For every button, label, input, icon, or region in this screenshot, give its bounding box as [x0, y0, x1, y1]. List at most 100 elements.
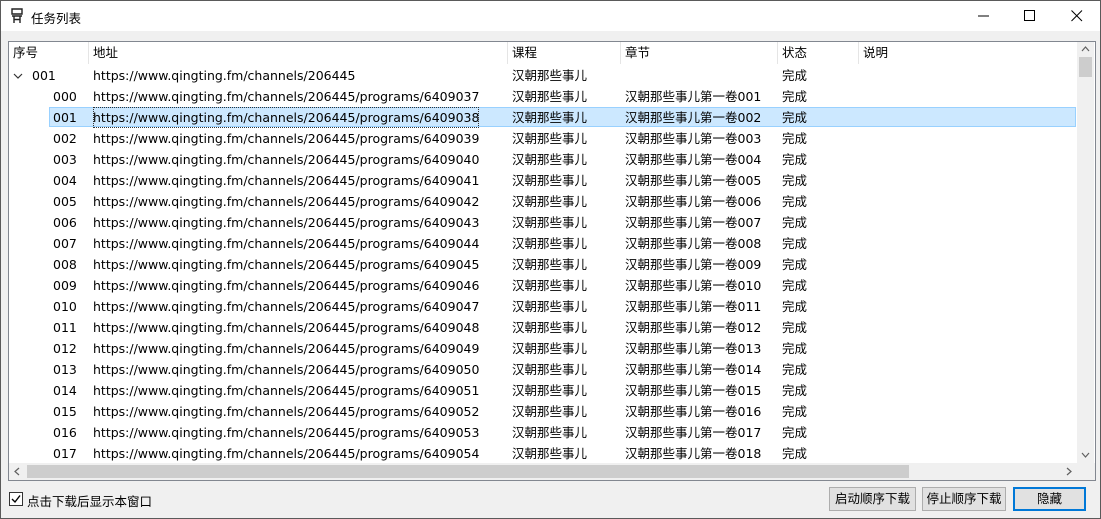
table-row[interactable]: 007 https://www.qingting.fm/channels/2064…	[9, 233, 1077, 254]
table-row[interactable]: 013 https://www.qingting.fm/channels/2064…	[9, 359, 1077, 380]
task-list-window: 任务列表 序号 地址 课程 章节 状态 说明 001 https://www.q…	[0, 0, 1101, 519]
cell-course: 汉朝那些事儿	[512, 320, 588, 335]
cell-course: 汉朝那些事儿	[512, 362, 588, 377]
table-row[interactable]: 009 https://www.qingting.fm/channels/2064…	[9, 275, 1077, 296]
table-row[interactable]: 000 https://www.qingting.fm/channels/2064…	[9, 86, 1077, 107]
cell-index: 014	[53, 383, 77, 398]
cell-course: 汉朝那些事儿	[512, 341, 588, 356]
scroll-left-arrow-icon[interactable]	[9, 463, 26, 480]
cell-url: https://www.qingting.fm/channels/206445/…	[93, 299, 480, 314]
vertical-scroll-thumb[interactable]	[1079, 57, 1092, 77]
cell-course: 汉朝那些事儿	[512, 425, 588, 440]
table-row[interactable]: 001 https://www.qingting.fm/channels/2064…	[9, 107, 1077, 128]
scroll-up-arrow-icon[interactable]	[1077, 42, 1094, 56]
stop-sequential-download-button[interactable]: 停止顺序下载	[922, 487, 1006, 511]
table-row[interactable]: 015 https://www.qingting.fm/channels/2064…	[9, 401, 1077, 422]
cell-status: 完成	[782, 173, 808, 188]
cell-index: 000	[53, 89, 77, 104]
cell-url: https://www.qingting.fm/channels/206445/…	[93, 194, 480, 209]
cell-url: https://www.qingting.fm/channels/206445/…	[93, 383, 480, 398]
cell-chapter: 汉朝那些事儿第一卷008	[625, 236, 762, 251]
cell-chapter: 汉朝那些事儿第一卷005	[625, 173, 762, 188]
scroll-down-arrow-icon[interactable]	[1077, 448, 1094, 462]
column-header-chapter[interactable]: 章节	[621, 42, 778, 64]
show-window-checkbox[interactable]	[9, 492, 23, 506]
table-row[interactable]: 003 https://www.qingting.fm/channels/2064…	[9, 149, 1077, 170]
show-window-checkbox-label[interactable]: 点击下载后显示本窗口	[27, 491, 152, 510]
cell-url: https://www.qingting.fm/channels/206445/…	[93, 341, 480, 356]
cell-status: 完成	[782, 110, 808, 125]
cell-status: 完成	[782, 383, 808, 398]
column-header-note[interactable]: 说明	[859, 42, 1077, 64]
cell-index: 008	[53, 257, 77, 272]
horizontal-scroll-thumb[interactable]	[27, 465, 909, 478]
chevron-down-icon[interactable]	[13, 71, 23, 81]
maximize-button[interactable]	[1007, 1, 1053, 31]
table-row[interactable]: 004 https://www.qingting.fm/channels/2064…	[9, 170, 1077, 191]
cell-url: https://www.qingting.fm/channels/206445/…	[93, 173, 480, 188]
cell-index: 016	[53, 425, 77, 440]
minimize-button[interactable]	[961, 1, 1007, 31]
cell-chapter: 汉朝那些事儿第一卷003	[625, 131, 762, 146]
cell-chapter: 汉朝那些事儿第一卷002	[625, 110, 762, 125]
cell-chapter: 汉朝那些事儿第一卷004	[625, 152, 762, 167]
close-button[interactable]	[1054, 1, 1100, 31]
cell-status: 完成	[782, 194, 808, 209]
column-header-index[interactable]: 序号	[9, 42, 89, 64]
cell-url: https://www.qingting.fm/channels/206445/…	[93, 320, 480, 335]
cell-index: 002	[53, 131, 77, 146]
cell-url: https://www.qingting.fm/channels/206445/…	[93, 404, 480, 419]
vertical-scrollbar[interactable]	[1077, 42, 1094, 463]
hide-button[interactable]: 隐藏	[1013, 487, 1086, 511]
cell-chapter: 汉朝那些事儿第一卷010	[625, 278, 762, 293]
title-bar[interactable]: 任务列表	[1, 1, 1100, 31]
cell-course: 汉朝那些事儿	[512, 152, 588, 167]
cell-status: 完成	[782, 341, 808, 356]
cell-index: 009	[53, 278, 77, 293]
cell-index: 001	[53, 110, 77, 125]
cell-status: 完成	[782, 278, 808, 293]
table-row[interactable]: 012 https://www.qingting.fm/channels/2064…	[9, 338, 1077, 359]
scroll-right-arrow-icon[interactable]	[1060, 463, 1077, 480]
table-row[interactable]: 016 https://www.qingting.fm/channels/2064…	[9, 422, 1077, 443]
cell-status: 完成	[782, 152, 808, 167]
table-row[interactable]: 002 https://www.qingting.fm/channels/2064…	[9, 128, 1077, 149]
window-title: 任务列表	[31, 11, 82, 26]
parent-status: 完成	[782, 68, 808, 83]
cell-status: 完成	[782, 236, 808, 251]
cell-url: https://www.qingting.fm/channels/206445/…	[93, 236, 480, 251]
cell-status: 完成	[782, 404, 808, 419]
task-rows: 001 https://www.qingting.fm/channels/206…	[9, 65, 1077, 464]
column-header: 序号 地址 课程 章节 状态 说明	[9, 42, 1095, 64]
app-icon	[11, 8, 23, 23]
cell-status: 完成	[782, 89, 808, 104]
cell-chapter: 汉朝那些事儿第一卷018	[625, 446, 762, 461]
cell-chapter: 汉朝那些事儿第一卷011	[625, 299, 762, 314]
column-header-url[interactable]: 地址	[89, 42, 508, 64]
cell-url: https://www.qingting.fm/channels/206445/…	[93, 257, 480, 272]
cell-chapter: 汉朝那些事儿第一卷001	[625, 89, 762, 104]
horizontal-scrollbar[interactable]	[9, 463, 1077, 480]
cell-chapter: 汉朝那些事儿第一卷009	[625, 257, 762, 272]
column-header-course[interactable]: 课程	[508, 42, 621, 64]
tree-parent-row[interactable]: 001 https://www.qingting.fm/channels/206…	[9, 65, 1077, 86]
cell-chapter: 汉朝那些事儿第一卷017	[625, 425, 762, 440]
table-row[interactable]: 014 https://www.qingting.fm/channels/2064…	[9, 380, 1077, 401]
table-row[interactable]: 008 https://www.qingting.fm/channels/2064…	[9, 254, 1077, 275]
cell-index: 017	[53, 446, 77, 461]
cell-course: 汉朝那些事儿	[512, 299, 588, 314]
table-row[interactable]: 006 https://www.qingting.fm/channels/2064…	[9, 212, 1077, 233]
start-sequential-download-button[interactable]: 启动顺序下载	[829, 487, 916, 511]
table-row[interactable]: 005 https://www.qingting.fm/channels/2064…	[9, 191, 1077, 212]
task-tree-view[interactable]: 序号 地址 课程 章节 状态 说明 001 https://www.qingti…	[8, 41, 1096, 481]
table-row[interactable]: 011 https://www.qingting.fm/channels/2064…	[9, 317, 1077, 338]
table-row[interactable]: 017 https://www.qingting.fm/channels/2064…	[9, 443, 1077, 464]
cell-course: 汉朝那些事儿	[512, 194, 588, 209]
cell-chapter: 汉朝那些事儿第一卷014	[625, 362, 762, 377]
cell-status: 完成	[782, 362, 808, 377]
cell-course: 汉朝那些事儿	[512, 257, 588, 272]
parent-url: https://www.qingting.fm/channels/206445	[93, 68, 356, 83]
column-header-status[interactable]: 状态	[778, 42, 859, 64]
cell-index: 010	[53, 299, 77, 314]
table-row[interactable]: 010 https://www.qingting.fm/channels/2064…	[9, 296, 1077, 317]
